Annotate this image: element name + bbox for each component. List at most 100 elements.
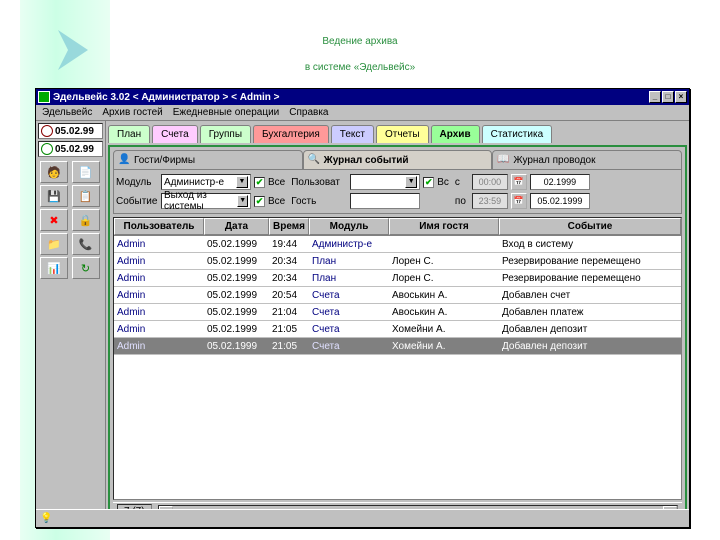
minimize-button[interactable]: _ (649, 91, 661, 103)
cell-event: Добавлен платеж (499, 306, 681, 319)
module-all-check[interactable]: ✔ (254, 177, 265, 188)
cell-module: Счета (309, 340, 389, 353)
cell-time: 21:05 (269, 340, 309, 353)
module-combo[interactable]: Администр-е▼ (161, 174, 251, 190)
subtab-guests[interactable]: 👤 Гости/Фирмы (113, 150, 303, 170)
cell-user: Admin (114, 340, 204, 353)
cell-event: Добавлен депозит (499, 340, 681, 353)
date-text: 05.02.99 (55, 126, 94, 137)
table-row[interactable]: Admin05.02.199921:05СчетаХомейни А.Добав… (114, 321, 681, 338)
main-tabs: ПланСчетаГруппыБухгалтерияТекстОтчетыАрх… (108, 123, 687, 145)
col-module[interactable]: Модуль (309, 218, 389, 235)
tab-отчеты[interactable]: Отчеты (376, 125, 429, 143)
tool-btn-6[interactable]: 🔒 (72, 209, 100, 231)
cell-time: 19:44 (269, 238, 309, 251)
from-date[interactable]: 02.1999 (530, 174, 590, 190)
cell-user: Admin (114, 238, 204, 251)
all-label: Все (268, 177, 285, 188)
user-all-check[interactable]: ✔ (423, 177, 434, 188)
table-row[interactable]: Admin05.02.199920:54СчетаАвоськин А.Доба… (114, 287, 681, 304)
event-grid: Пользователь Дата Время Модуль Имя гостя… (113, 217, 682, 500)
maximize-button[interactable]: □ (662, 91, 674, 103)
clock-icon (41, 125, 53, 137)
cell-time: 20:34 (269, 255, 309, 268)
tool-btn-7[interactable]: 📁 (40, 233, 68, 255)
close-button[interactable]: × (675, 91, 687, 103)
subtab-transactions[interactable]: 📖 Журнал проводок (492, 150, 682, 170)
person-icon: 👤 (118, 154, 130, 166)
tool-btn-5[interactable]: ✖ (40, 209, 68, 231)
tab-план[interactable]: План (108, 125, 150, 143)
cell-event: Добавлен депозит (499, 323, 681, 336)
col-date[interactable]: Дата (204, 218, 269, 235)
system-date-2[interactable]: 05.02.99 (38, 141, 103, 157)
book-icon: 📖 (497, 154, 509, 166)
cell-guest: Авоськин А. (389, 306, 499, 319)
cell-event: Вход в систему (499, 238, 681, 251)
tab-статистика[interactable]: Статистика (482, 125, 553, 143)
tab-текст[interactable]: Текст (331, 125, 374, 143)
module-label: Модуль (116, 177, 158, 188)
tool-btn-4[interactable]: 📋 (72, 185, 100, 207)
cell-module: Счета (309, 323, 389, 336)
grid-body[interactable]: Admin05.02.199919:44Администр-еВход в си… (114, 236, 681, 499)
cell-time: 21:05 (269, 323, 309, 336)
table-row[interactable]: Admin05.02.199920:34ПланЛорен С.Резервир… (114, 253, 681, 270)
subtab-event-log[interactable]: 🔍 Журнал событий (303, 150, 493, 170)
cell-module: План (309, 272, 389, 285)
cell-user: Admin (114, 306, 204, 319)
tool-btn-2[interactable]: 📄 (72, 161, 100, 183)
chevron-down-icon[interactable]: ▼ (236, 176, 248, 188)
filter-bar: Модуль Администр-е▼ ✔ Все Событие Выход … (113, 170, 682, 214)
calendar-button[interactable]: 📅 (511, 193, 527, 209)
from-time[interactable]: 00:00 (472, 174, 508, 190)
tab-счета[interactable]: Счета (152, 125, 198, 143)
col-event[interactable]: Событие (499, 218, 681, 235)
tool-btn-1[interactable]: 🧑 (40, 161, 68, 183)
menu-item[interactable]: Эдельвейс (42, 107, 92, 118)
tab-бухгалтерия[interactable]: Бухгалтерия (253, 125, 329, 143)
menu-item[interactable]: Архив гостей (102, 107, 162, 118)
col-guest[interactable]: Имя гостя (389, 218, 499, 235)
status-icon: 💡 (40, 513, 52, 524)
table-row[interactable]: Admin05.02.199921:04СчетаАвоськин А.Доба… (114, 304, 681, 321)
guest-input[interactable] (350, 193, 420, 209)
event-combo[interactable]: Выход из системы▼ (161, 193, 251, 209)
cell-date: 05.02.1999 (204, 238, 269, 251)
tab-архив[interactable]: Архив (431, 125, 480, 143)
archive-panel: 👤 Гости/Фирмы 🔍 Журнал событий 📖 Журнал … (108, 145, 687, 525)
tool-btn-9[interactable]: 📊 (40, 257, 68, 279)
to-date[interactable]: 05.02.1999 (530, 193, 590, 209)
cell-date: 05.02.1999 (204, 340, 269, 353)
subtab-label: Журнал проводок (513, 155, 595, 166)
cell-module: Администр-е (309, 238, 389, 251)
table-row[interactable]: Admin05.02.199919:44Администр-е Вход в си… (114, 236, 681, 253)
tool-btn-10[interactable]: ↻ (72, 257, 100, 279)
menu-item[interactable]: Справка (289, 107, 328, 118)
menu-item[interactable]: Ежедневные операции (173, 107, 280, 118)
event-all-check[interactable]: ✔ (254, 196, 265, 207)
chevron-down-icon[interactable]: ▼ (237, 195, 248, 207)
system-date-1[interactable]: 05.02.99 (38, 123, 103, 139)
event-label: Событие (116, 196, 158, 207)
cell-guest: Лорен С. (389, 272, 499, 285)
table-row[interactable]: Admin05.02.199921:05СчетаХомейни А.Добав… (114, 338, 681, 355)
cell-user: Admin (114, 272, 204, 285)
cell-event: Резервирование перемещено (499, 255, 681, 268)
cell-event: Добавлен счет (499, 289, 681, 302)
window-title: Эдельвейс 3.02 < Администратор > < Admin… (53, 92, 279, 103)
user-combo[interactable]: ▼ (350, 174, 420, 190)
to-time[interactable]: 23:59 (472, 193, 508, 209)
all-label: Все (268, 196, 285, 207)
col-time[interactable]: Время (269, 218, 309, 235)
cell-guest: Лорен С. (389, 255, 499, 268)
tab-группы[interactable]: Группы (200, 125, 251, 143)
tool-btn-8[interactable]: 📞 (72, 233, 100, 255)
col-user[interactable]: Пользователь (114, 218, 204, 235)
window-status-bar: 💡 (36, 509, 689, 527)
tool-btn-3[interactable]: 💾 (40, 185, 68, 207)
titlebar[interactable]: Эдельвейс 3.02 < Администратор > < Admin… (36, 89, 689, 105)
table-row[interactable]: Admin05.02.199920:34ПланЛорен С.Резервир… (114, 270, 681, 287)
calendar-button[interactable]: 📅 (511, 174, 527, 190)
chevron-down-icon[interactable]: ▼ (405, 176, 417, 188)
